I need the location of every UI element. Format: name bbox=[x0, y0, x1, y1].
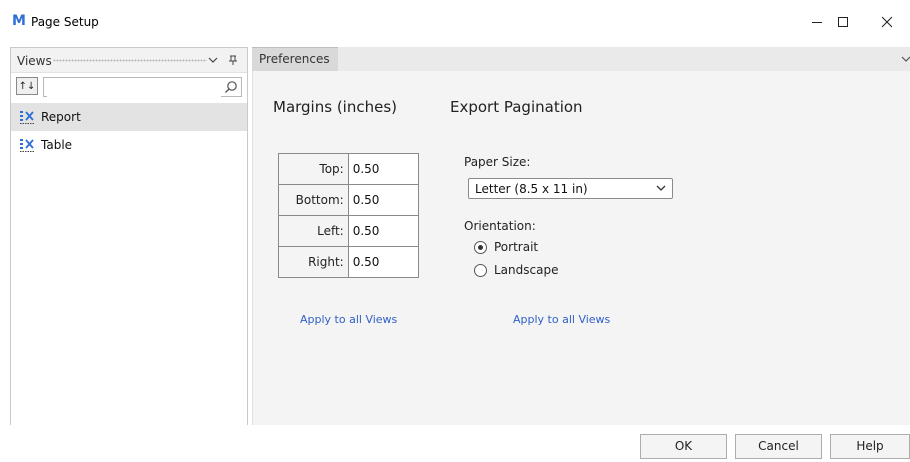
paper-size-value: Letter (8.5 x 11 in) bbox=[475, 182, 588, 196]
app-logo-icon: M bbox=[12, 13, 26, 29]
orientation-portrait-radio[interactable]: Portrait bbox=[474, 240, 538, 254]
chevron-down-icon bbox=[656, 185, 666, 191]
margin-label-bottom: Bottom: bbox=[278, 184, 349, 216]
help-button[interactable]: Help bbox=[830, 434, 910, 459]
margin-right-field[interactable]: 0.50 bbox=[347, 246, 420, 278]
sort-button[interactable]: ↑↓ bbox=[16, 77, 38, 95]
preferences-pane: Margins (inches) Top: 0.50 Bottom: 0.50 … bbox=[252, 71, 910, 425]
margins-title: Margins (inches) bbox=[273, 98, 397, 116]
cancel-button[interactable]: Cancel bbox=[735, 434, 822, 459]
chevron-down-icon[interactable] bbox=[207, 54, 219, 66]
window-title: Page Setup bbox=[31, 15, 99, 29]
margin-row-left: Left: 0.50 bbox=[278, 215, 420, 247]
margin-top-field[interactable]: 0.50 bbox=[347, 153, 420, 185]
margin-label-left: Left: bbox=[278, 215, 349, 247]
close-button[interactable] bbox=[864, 8, 910, 36]
margin-left-field[interactable]: 0.50 bbox=[347, 215, 420, 247]
search-input[interactable] bbox=[47, 79, 221, 97]
search-icon[interactable] bbox=[224, 80, 238, 94]
export-apply-all-link[interactable]: Apply to all Views bbox=[513, 313, 610, 326]
views-panel-title: Views bbox=[17, 54, 52, 68]
margin-row-right: Right: 0.50 bbox=[278, 246, 420, 278]
report-view-icon bbox=[20, 111, 34, 124]
close-icon bbox=[881, 16, 893, 28]
panel-grip[interactable] bbox=[53, 59, 207, 62]
paper-size-label: Paper Size: bbox=[464, 155, 531, 169]
view-item-table[interactable]: Table bbox=[11, 131, 247, 159]
table-view-icon bbox=[20, 139, 34, 152]
tab-preferences[interactable]: Preferences bbox=[252, 47, 338, 71]
orientation-landscape-radio[interactable]: Landscape bbox=[474, 263, 558, 277]
view-item-report[interactable]: Report bbox=[11, 103, 247, 131]
title-bar: M Page Setup bbox=[0, 0, 910, 42]
maximize-icon bbox=[838, 17, 848, 27]
pin-icon[interactable] bbox=[227, 54, 239, 66]
orientation-label: Orientation: bbox=[464, 219, 536, 233]
view-item-label: Table bbox=[41, 138, 73, 152]
dialog-button-bar: OK Cancel Help bbox=[0, 425, 910, 462]
views-search-field[interactable] bbox=[43, 77, 242, 97]
maximize-button[interactable] bbox=[820, 8, 866, 36]
margin-row-top: Top: 0.50 bbox=[278, 153, 420, 185]
margin-label-top: Top: bbox=[278, 153, 349, 185]
views-list: Report Table bbox=[11, 103, 247, 159]
margin-bottom-field[interactable]: 0.50 bbox=[347, 184, 420, 216]
margins-apply-all-link[interactable]: Apply to all Views bbox=[300, 313, 397, 326]
radio-label: Portrait bbox=[494, 240, 539, 254]
margin-row-bottom: Bottom: 0.50 bbox=[278, 184, 420, 216]
view-item-label: Report bbox=[41, 110, 81, 124]
margin-label-right: Right: bbox=[278, 246, 349, 278]
radio-unchecked-icon bbox=[474, 263, 487, 277]
views-panel: Views ↑↓ Report Table bbox=[10, 47, 248, 427]
ok-button[interactable]: OK bbox=[640, 434, 727, 459]
margins-table: Top: 0.50 Bottom: 0.50 Left: 0.50 Right:… bbox=[278, 153, 420, 278]
radio-label: Landscape bbox=[494, 263, 559, 277]
paper-size-select[interactable]: Letter (8.5 x 11 in) bbox=[468, 178, 673, 199]
chevron-down-icon[interactable] bbox=[900, 54, 910, 64]
export-pagination-title: Export Pagination bbox=[450, 98, 583, 116]
views-panel-header: Views bbox=[11, 48, 247, 73]
radio-checked-icon bbox=[474, 240, 487, 254]
tab-bar: Preferences bbox=[252, 47, 910, 71]
